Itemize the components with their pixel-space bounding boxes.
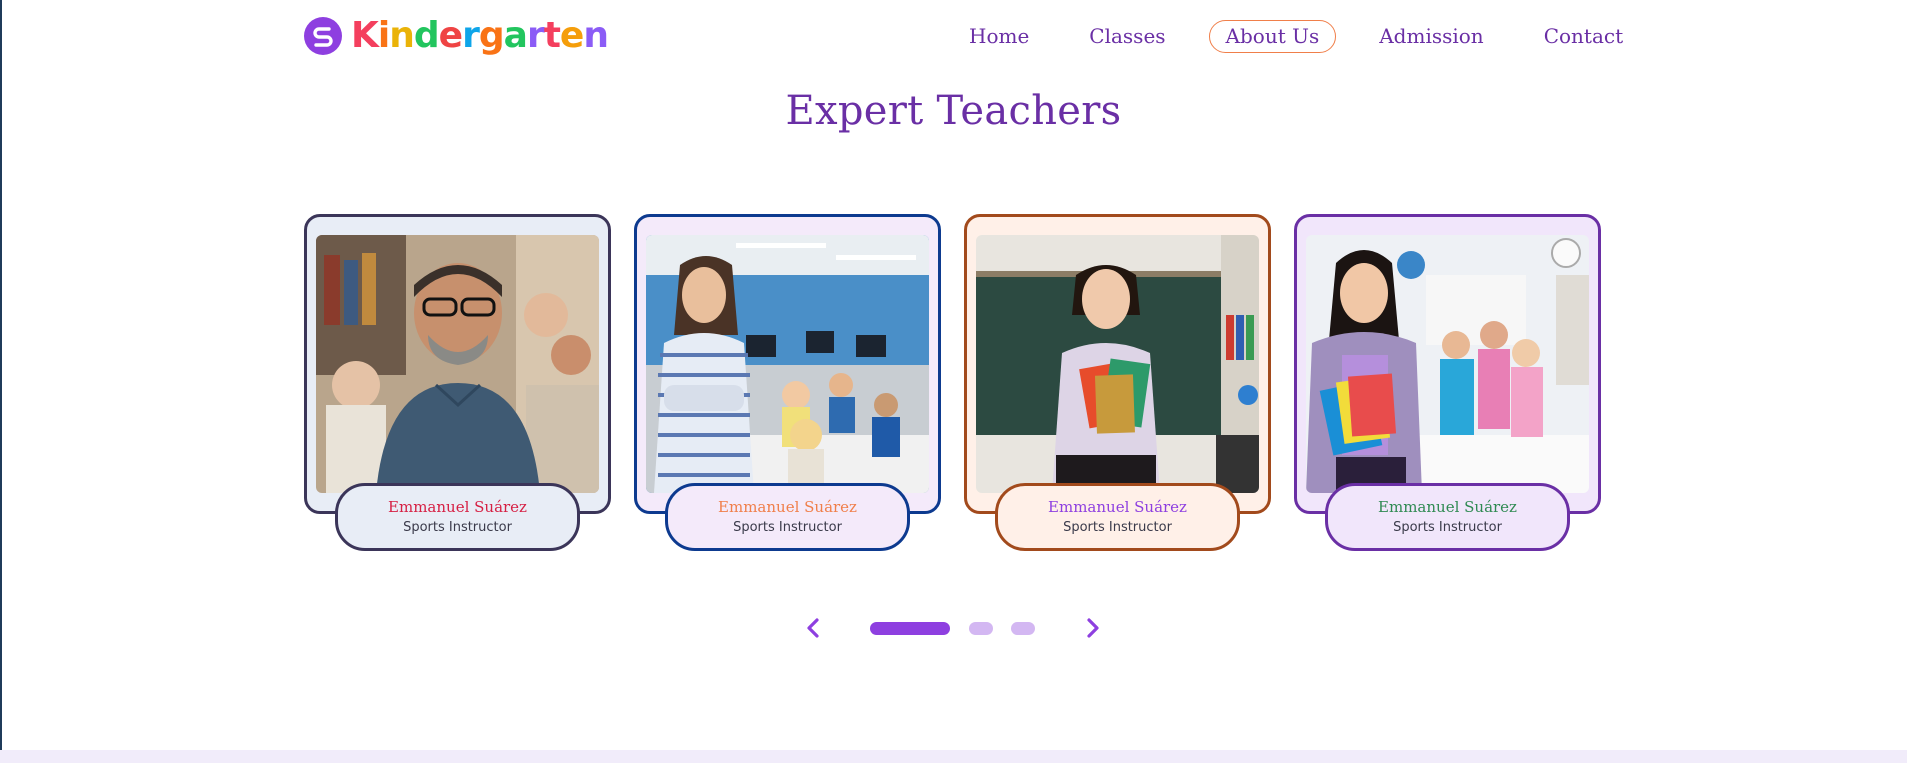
teacher-card[interactable]: Emmanuel Suárez Sports Instructor [634,214,941,551]
logo-letter: e [438,15,463,56]
nav-about-us[interactable]: About Us [1208,20,1337,53]
teacher-name: Emmanuel Suárez [1378,498,1517,516]
chevron-left-icon[interactable] [802,616,826,640]
s-logo-icon [304,17,342,55]
teacher-role: Sports Instructor [1393,520,1502,535]
teacher-name: Emmanuel Suárez [718,498,857,516]
teacher-photo [316,235,599,493]
nav-home[interactable]: Home [952,20,1046,53]
logo-letter: t [543,15,561,56]
teacher-role: Sports Instructor [403,520,512,535]
teacher-caption: Emmanuel Suárez Sports Instructor [335,483,580,551]
teacher-caption: Emmanuel Suárez Sports Instructor [1325,483,1570,551]
teacher-card[interactable]: Emmanuel Suárez Sports Instructor [1294,214,1601,551]
teacher-name: Emmanuel Suárez [388,498,527,516]
site-logo[interactable]: Kindergarten [304,15,609,56]
logo-letter: r [526,15,545,56]
teacher-photo [1306,235,1589,493]
section-title: Expert Teachers [785,88,1122,134]
logo-letter: g [478,15,505,56]
carousel-dot-1[interactable] [870,622,950,635]
logo-wordmark: Kindergarten [351,15,609,56]
footer-band [0,750,1907,763]
nav-classes[interactable]: Classes [1072,20,1182,53]
logo-letter: n [583,15,609,56]
teacher-card[interactable]: Emmanuel Suárez Sports Instructor [304,214,611,551]
teacher-role: Sports Instructor [733,520,842,535]
teacher-photo [976,235,1259,493]
logo-letter: a [503,15,528,56]
logo-letter: e [559,15,584,56]
teacher-role: Sports Instructor [1063,520,1172,535]
chevron-right-icon[interactable] [1080,616,1104,640]
teacher-name: Emmanuel Suárez [1048,498,1187,516]
teacher-caption: Emmanuel Suárez Sports Instructor [995,483,1240,551]
nav-contact[interactable]: Contact [1527,20,1640,53]
logo-letter: d [413,15,440,56]
logo-letter: n [389,15,415,56]
carousel-controls [0,612,1907,646]
main-nav: Home Classes About Us Admission Contact [952,20,1640,53]
teacher-card[interactable]: Emmanuel Suárez Sports Instructor [964,214,1271,551]
carousel-dot-3[interactable] [1011,622,1035,635]
logo-letter: K [351,15,379,56]
teacher-caption: Emmanuel Suárez Sports Instructor [665,483,910,551]
nav-admission[interactable]: Admission [1362,20,1500,53]
logo-letter: r [462,15,480,56]
teacher-cards: Emmanuel Suárez Sports Instructor Emmanu… [304,214,1602,551]
teacher-photo [646,235,929,493]
carousel-dot-2[interactable] [969,622,993,635]
logo-letter: i [377,15,390,56]
